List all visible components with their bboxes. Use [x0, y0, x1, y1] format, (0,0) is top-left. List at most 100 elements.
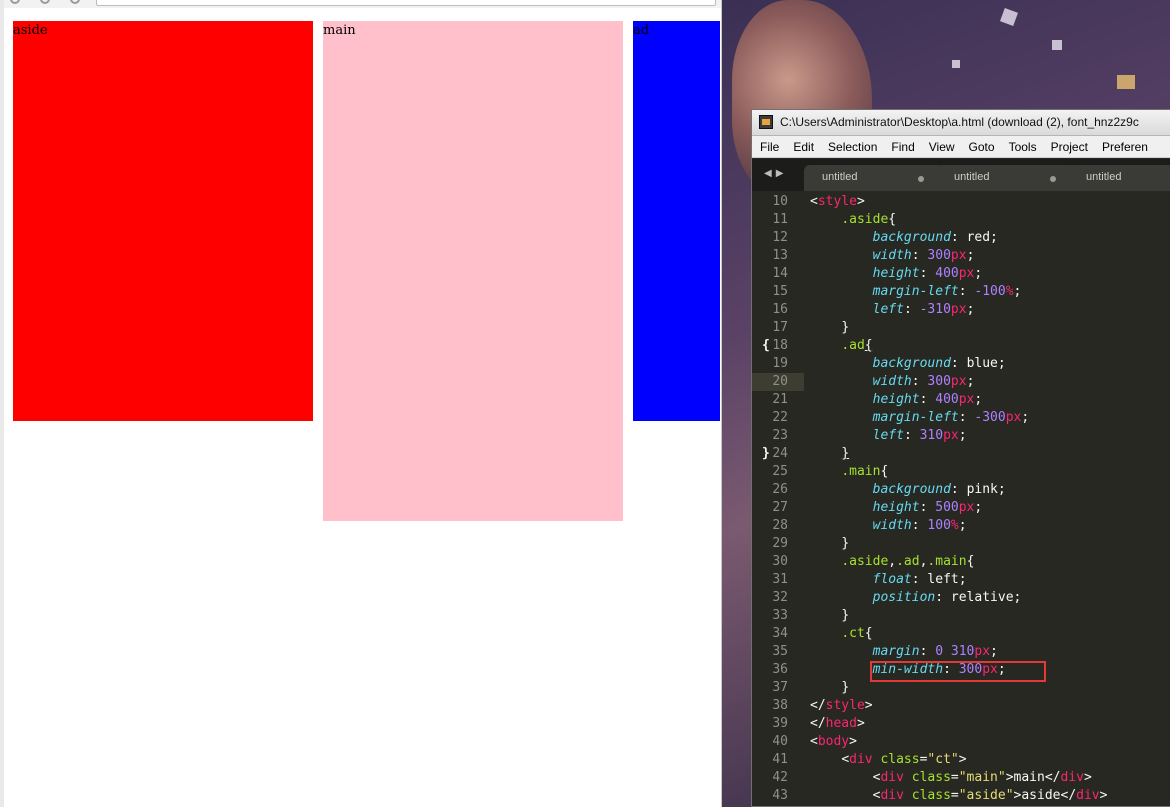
- gutter[interactable]: 39: [752, 715, 804, 733]
- sublime-app-icon: [759, 115, 773, 129]
- line-number: 41: [772, 752, 788, 767]
- code-text: <style>: [810, 193, 865, 211]
- code-line[interactable]: 14 height: 400px;: [752, 265, 1170, 283]
- fold-marker-icon[interactable]: }: [762, 445, 770, 463]
- menu-edit[interactable]: Edit: [785, 137, 820, 154]
- line-number: 27: [772, 500, 788, 515]
- gutter[interactable]: 17: [752, 319, 804, 337]
- gutter[interactable]: 42: [752, 769, 804, 787]
- gutter[interactable]: 31: [752, 571, 804, 589]
- code-line[interactable]: 25 .main{: [752, 463, 1170, 481]
- code-line[interactable]: 33 }: [752, 607, 1170, 625]
- code-line[interactable]: 32 position: relative;: [752, 589, 1170, 607]
- fold-marker-icon[interactable]: {: [762, 337, 770, 355]
- code-line[interactable]: 30 .aside,.ad,.main{: [752, 553, 1170, 571]
- menu-preferen[interactable]: Preferen: [1094, 137, 1154, 154]
- gutter[interactable]: 23: [752, 427, 804, 445]
- code-line[interactable]: 22 margin-left: -300px;: [752, 409, 1170, 427]
- gutter[interactable]: 22: [752, 409, 804, 427]
- editor-tab[interactable]: untitled: [936, 165, 1076, 191]
- gutter[interactable]: 26: [752, 481, 804, 499]
- menu-view[interactable]: View: [921, 137, 961, 154]
- gutter[interactable]: 40: [752, 733, 804, 751]
- code-line[interactable]: 21 height: 400px;: [752, 391, 1170, 409]
- aside-box-label: aside: [13, 23, 48, 38]
- code-line[interactable]: 27 height: 500px;: [752, 499, 1170, 517]
- gutter[interactable]: 28: [752, 517, 804, 535]
- gutter[interactable]: 30: [752, 553, 804, 571]
- menu-goto[interactable]: Goto: [961, 137, 1001, 154]
- code-line[interactable]: 40 <body>: [752, 733, 1170, 751]
- gutter[interactable]: 38: [752, 697, 804, 715]
- code-line[interactable]: 31 float: left;: [752, 571, 1170, 589]
- editor-tab[interactable]: untitled: [804, 165, 944, 191]
- code-line[interactable]: 15 margin-left: -100%;: [752, 283, 1170, 301]
- gutter[interactable]: 10: [752, 193, 804, 211]
- code-line[interactable]: 43 <div class="aside">aside</div>: [752, 787, 1170, 805]
- menu-file[interactable]: File: [752, 137, 785, 154]
- unsaved-dot-icon[interactable]: [1050, 176, 1056, 182]
- gutter[interactable]: 20: [752, 373, 804, 391]
- code-line[interactable]: {18 .ad{: [752, 337, 1170, 355]
- gutter[interactable]: 27: [752, 499, 804, 517]
- editor-tab[interactable]: untitled: [1068, 165, 1170, 191]
- code-line[interactable]: } 24 }: [752, 445, 1170, 463]
- code-token: width: [872, 248, 912, 263]
- gutter[interactable]: 29: [752, 535, 804, 553]
- menu-find[interactable]: Find: [883, 137, 920, 154]
- code-line[interactable]: 12 background: red;: [752, 229, 1170, 247]
- code-line[interactable]: 17 }: [752, 319, 1170, 337]
- code-line[interactable]: 35 margin: 0 310px;: [752, 643, 1170, 661]
- code-line[interactable]: 20 width: 300px;: [752, 373, 1170, 391]
- code-line[interactable]: 42 <div class="main">main</div>: [752, 769, 1170, 787]
- code-line[interactable]: 28 width: 100%;: [752, 517, 1170, 535]
- gutter[interactable]: {18: [752, 337, 804, 355]
- gutter[interactable]: 13: [752, 247, 804, 265]
- code-token: :: [950, 356, 967, 371]
- code-line[interactable]: 16 left: -310px;: [752, 301, 1170, 319]
- line-number: 14: [772, 266, 788, 281]
- code-token: .ad: [896, 554, 920, 569]
- editor-titlebar[interactable]: C:\Users\Administrator\Desktop\a.html (d…: [752, 110, 1170, 136]
- gutter[interactable]: 21: [752, 391, 804, 409]
- code-line[interactable]: 41 <div class="ct">: [752, 751, 1170, 769]
- code-token: .ct: [841, 626, 865, 641]
- code-line[interactable]: 11 .aside{: [752, 211, 1170, 229]
- gutter[interactable]: } 24: [752, 445, 804, 463]
- menu-selection[interactable]: Selection: [820, 137, 883, 154]
- gutter[interactable]: 37: [752, 679, 804, 697]
- code-line[interactable]: 23 left: 310px;: [752, 427, 1170, 445]
- code-line[interactable]: 38 </style>: [752, 697, 1170, 715]
- gutter[interactable]: 43: [752, 787, 804, 805]
- code-line[interactable]: 13 width: 300px;: [752, 247, 1170, 265]
- gutter[interactable]: 36: [752, 661, 804, 679]
- code-token: height: [872, 500, 920, 515]
- code-line[interactable]: 26 background: pink;: [752, 481, 1170, 499]
- code-line[interactable]: 10 <style>: [752, 193, 1170, 211]
- gutter[interactable]: 11: [752, 211, 804, 229]
- tab-scroll-arrows-icon[interactable]: ◀▶: [764, 168, 787, 179]
- code-line[interactable]: 34 .ct{: [752, 625, 1170, 643]
- gutter[interactable]: 34: [752, 625, 804, 643]
- code-token: :: [911, 572, 928, 587]
- gutter[interactable]: 35: [752, 643, 804, 661]
- address-bar[interactable]: [96, 0, 716, 6]
- gutter[interactable]: 19: [752, 355, 804, 373]
- unsaved-dot-icon[interactable]: [918, 176, 924, 182]
- menu-tools[interactable]: Tools: [1001, 137, 1043, 154]
- code-editor[interactable]: 10 <style> 11 .aside{12 background: red; 13…: [752, 191, 1170, 807]
- code-line[interactable]: 19 background: blue;: [752, 355, 1170, 373]
- menu-project[interactable]: Project: [1043, 137, 1094, 154]
- gutter[interactable]: 15: [752, 283, 804, 301]
- gutter[interactable]: 12: [752, 229, 804, 247]
- code-token: {: [880, 464, 889, 479]
- gutter[interactable]: 41: [752, 751, 804, 769]
- gutter[interactable]: 25: [752, 463, 804, 481]
- code-line[interactable]: 39 </head>: [752, 715, 1170, 733]
- gutter[interactable]: 14: [752, 265, 804, 283]
- gutter[interactable]: 33: [752, 607, 804, 625]
- gutter[interactable]: 32: [752, 589, 804, 607]
- gutter[interactable]: 16: [752, 301, 804, 319]
- code-line[interactable]: 29 }: [752, 535, 1170, 553]
